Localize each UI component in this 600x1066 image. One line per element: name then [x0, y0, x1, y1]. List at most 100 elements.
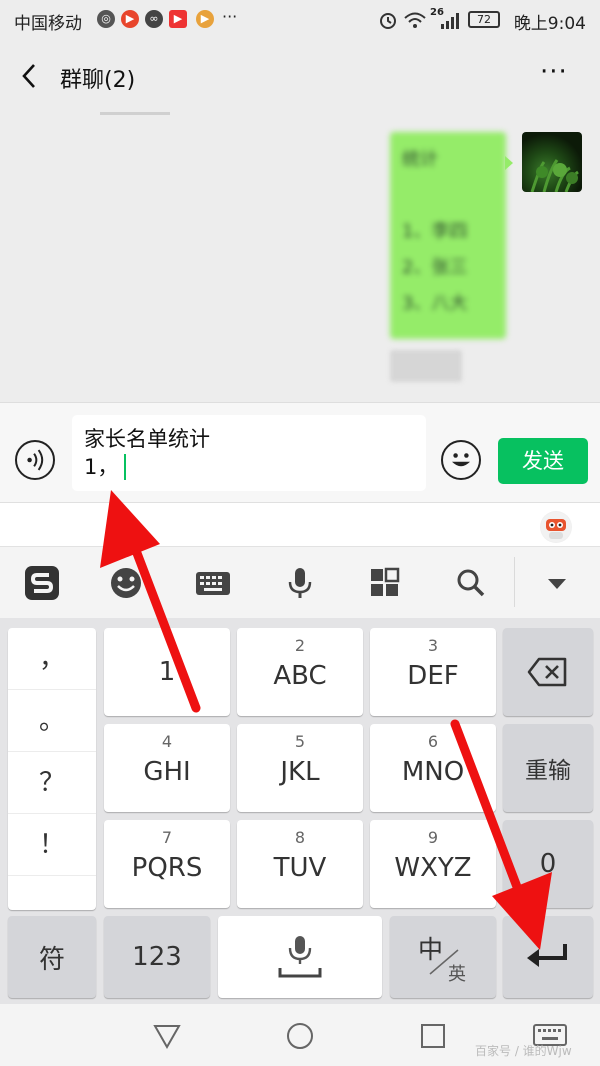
punct-key-comma[interactable]: ，	[8, 628, 96, 690]
key-number: 9	[427, 828, 439, 847]
space-voice-key[interactable]	[218, 916, 382, 998]
message-status-chip	[390, 350, 462, 382]
punct-key-question[interactable]: ？	[8, 752, 96, 814]
watermark: 百家号 / 谁的Wjw	[475, 1044, 572, 1058]
back-icon[interactable]	[18, 62, 42, 90]
message-bubble[interactable]: 统计 1、李四 2、张三 3、八大	[390, 132, 506, 339]
key-number: 3	[427, 636, 439, 655]
app-notification-icon: ◎	[97, 10, 115, 28]
back-nav-icon[interactable]	[152, 1022, 182, 1050]
key-number: 2	[294, 636, 306, 655]
key-letters: ABC	[273, 661, 327, 691]
emoji-icon[interactable]	[441, 440, 481, 480]
microphone-icon[interactable]	[280, 565, 320, 601]
toolbox-grid-icon[interactable]	[365, 565, 405, 601]
key-number: 5	[294, 732, 306, 751]
keyboard: ， 。 ？ ！ 1 2 ABC 3 DEF 4 GHI 5 JKL 6 MNO …	[0, 618, 600, 1004]
key-6[interactable]: 6 MNO	[370, 724, 496, 812]
message-line: 1、李四	[402, 221, 468, 242]
candidate-strip	[0, 502, 600, 546]
battery-icon: 72	[468, 11, 500, 28]
key-3[interactable]: 3 DEF	[370, 628, 496, 716]
avatar[interactable]	[522, 132, 582, 192]
keyboard-toolbar	[0, 546, 600, 618]
input-text-line-1: 家长名单统计	[84, 427, 210, 451]
key-number: 7	[161, 828, 173, 847]
enter-key[interactable]	[503, 916, 593, 998]
key-5[interactable]: 5 JKL	[237, 724, 363, 812]
key-label: 重输	[525, 758, 571, 784]
key-number: 8	[294, 828, 306, 847]
key-8[interactable]: 8 TUV	[237, 820, 363, 908]
key-4[interactable]: 4 GHI	[104, 724, 230, 812]
input-text-line-2-wrap: 1，	[84, 453, 414, 481]
message-input[interactable]: 家长名单统计 1，	[72, 415, 426, 491]
sogou-logo-icon[interactable]	[22, 565, 62, 601]
key-9[interactable]: 9 WXYZ	[370, 820, 496, 908]
microphone-icon	[278, 936, 322, 978]
language-toggle-key[interactable]: 中 英	[390, 916, 496, 998]
keyboard-layout-icon[interactable]	[193, 565, 233, 601]
input-text-line-2: 1，	[84, 455, 119, 479]
key-letters: WXYZ	[394, 853, 472, 883]
key-letters: DEF	[407, 661, 459, 691]
key-label: 123	[132, 942, 182, 972]
backspace-key[interactable]	[503, 628, 593, 716]
key-number: 6	[427, 732, 439, 751]
key-label: 符	[38, 944, 65, 975]
number-mode-key[interactable]: 123	[104, 916, 210, 998]
key-0[interactable]: 0	[503, 820, 593, 908]
plant-photo-icon	[530, 159, 579, 192]
more-options-icon[interactable]: ···	[540, 59, 574, 90]
key-letters: MNO	[401, 757, 465, 787]
home-nav-icon[interactable]	[285, 1021, 315, 1051]
video-app-icon: ▶	[196, 10, 214, 28]
input-method-mascot-icon[interactable]	[540, 511, 572, 543]
video-app-icon: ▶	[121, 10, 139, 28]
wifi-icon	[404, 12, 426, 28]
message-line: 2、张三	[402, 257, 468, 278]
key-number: 4	[161, 732, 173, 751]
carrier-label: 中国移动	[14, 14, 82, 34]
key-letters: JKL	[280, 757, 320, 787]
signal-icon	[441, 13, 459, 29]
reinput-key[interactable]: 重输	[503, 724, 593, 812]
chat-header: 群聊(2) ···	[0, 40, 600, 112]
voice-input-icon[interactable]	[15, 440, 55, 480]
app-notification-icon: ∞	[145, 10, 163, 28]
symbol-key[interactable]: 符	[8, 916, 96, 998]
backspace-icon	[527, 657, 567, 687]
input-bar: 家长名单统计 1， 发送	[0, 402, 600, 502]
send-button[interactable]: 发送	[498, 438, 588, 484]
search-icon[interactable]	[451, 565, 491, 601]
punct-key-exclaim[interactable]: ！	[8, 814, 96, 876]
toolbar-divider	[514, 557, 515, 607]
text-caret	[124, 454, 127, 480]
emoji-panel-icon[interactable]	[106, 565, 146, 601]
key-letters: GHI	[143, 757, 191, 787]
clock: 晚上9:04	[513, 14, 586, 34]
key-label: 1	[158, 657, 176, 687]
key-1[interactable]: 1	[104, 628, 230, 716]
key-letters: TUV	[273, 853, 327, 883]
app-notification-icon: ▶	[169, 10, 187, 28]
punct-key-period[interactable]: 。	[8, 690, 96, 752]
system-nav-bar: 百家号 / 谁的Wjw	[0, 1004, 600, 1066]
key-7[interactable]: 7 PQRS	[104, 820, 230, 908]
previous-message-edge	[100, 112, 170, 115]
status-bar: 中国移动 ◎ ▶ ∞ ▶ ▶ ··· 26 72 晚上9:04	[0, 0, 600, 40]
chat-area[interactable]: 统计 1、李四 2、张三 3、八大	[0, 112, 600, 402]
message-line: 统计	[402, 149, 438, 170]
page-title: 群聊(2)	[60, 68, 136, 93]
bubble-tail	[505, 156, 513, 170]
key-2[interactable]: 2 ABC	[237, 628, 363, 716]
alarm-icon	[380, 13, 396, 29]
recents-nav-icon[interactable]	[419, 1022, 447, 1050]
key-label: 0	[539, 849, 557, 879]
enter-icon	[527, 944, 567, 967]
message-line: 3、八大	[402, 293, 468, 314]
punctuation-column: ， 。 ？ ！	[8, 628, 96, 910]
collapse-keyboard-icon[interactable]	[537, 565, 577, 601]
more-notifications-icon: ···	[222, 7, 238, 26]
key-letters: PQRS	[131, 853, 203, 883]
